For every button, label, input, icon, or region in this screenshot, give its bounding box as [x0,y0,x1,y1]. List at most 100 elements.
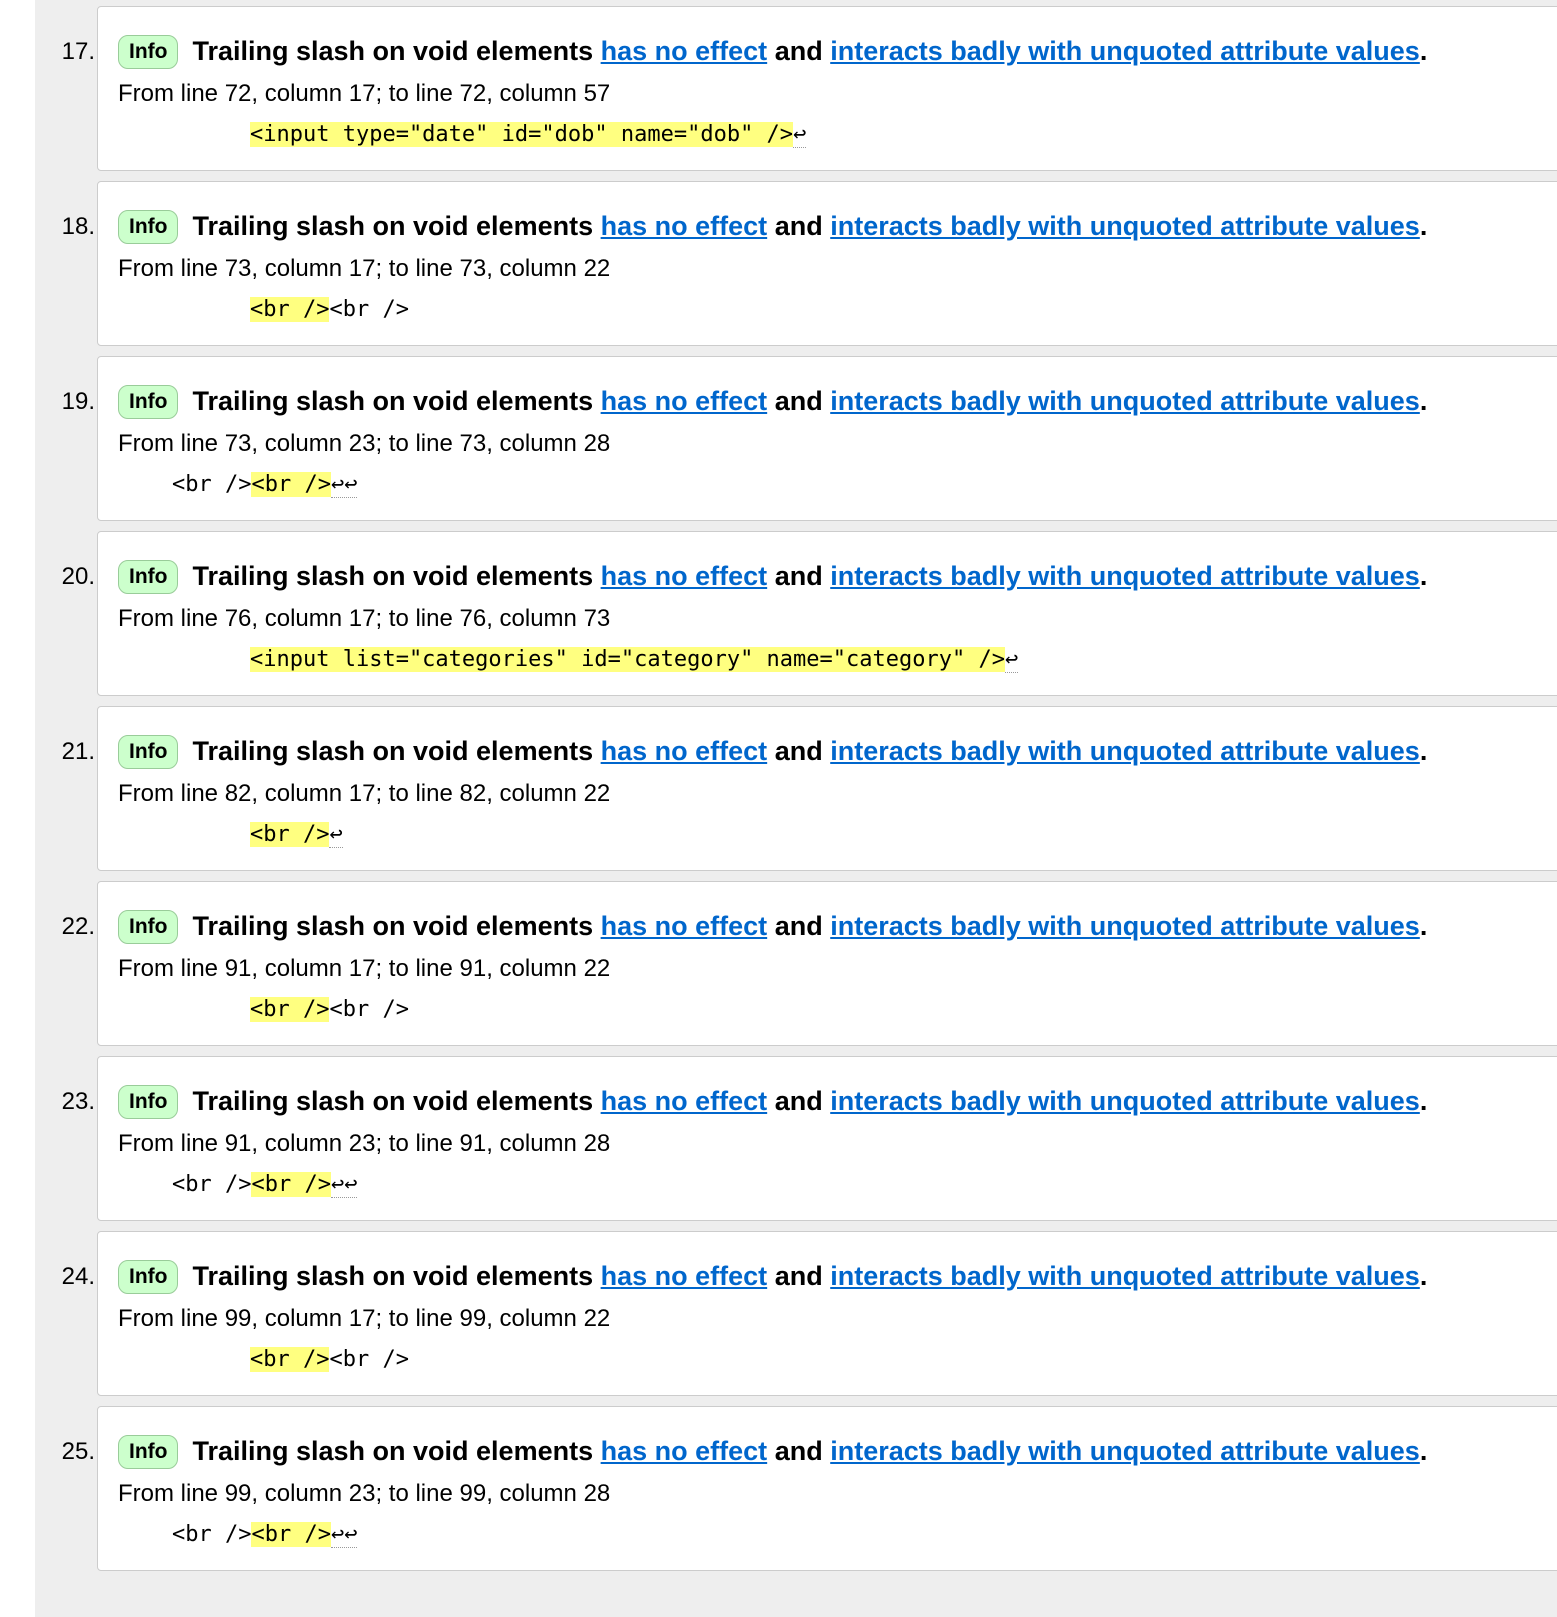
unquoted-attributes-link[interactable]: interacts badly with unquoted attribute … [830,561,1420,591]
extract-context-after: ↩↩ [330,1522,358,1548]
code-extract: <input type="date" id="dob" name="dob" /… [250,119,807,151]
code-extract: <input list="categories" id="category" n… [250,644,1019,676]
has-no-effect-link[interactable]: has no effect [601,1261,768,1291]
message-item: 21. Info Trailing slash on void elements … [35,706,1557,878]
message-suffix: . [1419,211,1428,241]
has-no-effect-link[interactable]: has no effect [601,36,768,66]
extract-highlight: <br /> [250,997,330,1022]
has-no-effect-link[interactable]: has no effect [601,911,768,941]
message-number: 24. [61,1263,95,1290]
message-suffix: . [1419,386,1428,416]
message-card: Info Trailing slash on void elements has … [97,356,1557,521]
extract-highlight: <br /> [250,822,330,847]
unquoted-attributes-link[interactable]: interacts badly with unquoted attribute … [830,36,1420,66]
message-item: 24. Info Trailing slash on void elements … [35,1231,1557,1403]
message-prefix: Trailing slash on void elements [192,36,594,66]
has-no-effect-link[interactable]: has no effect [601,1436,768,1466]
info-badge: Info [118,210,179,244]
message-text: Info Trailing slash on void elements has … [118,208,1427,244]
message-prefix: Trailing slash on void elements [192,386,594,416]
message-conjunction: and [774,561,823,591]
message-suffix: . [1419,561,1428,591]
extract-context-after: ↩ [329,822,343,848]
message-item: 18. Info Trailing slash on void elements … [35,181,1557,353]
message-item: 19. Info Trailing slash on void elements … [35,356,1557,528]
message-location: From line 76, column 17; to line 76, col… [118,605,611,632]
extract-highlight: <input list="categories" id="category" n… [250,647,1005,672]
extract-context-after: ↩ [793,122,807,148]
has-no-effect-link[interactable]: has no effect [601,386,768,416]
message-item: 22. Info Trailing slash on void elements … [35,881,1557,1053]
info-badge: Info [118,385,179,419]
message-item: 23. Info Trailing slash on void elements … [35,1056,1557,1228]
info-badge: Info [118,910,179,944]
unquoted-attributes-link[interactable]: interacts badly with unquoted attribute … [830,736,1420,766]
message-number: 25. [61,1438,95,1465]
message-conjunction: and [774,911,823,941]
unquoted-attributes-link[interactable]: interacts badly with unquoted attribute … [830,911,1420,941]
info-badge: Info [118,35,179,69]
code-extract: <br /><br />↩↩ [172,1169,358,1201]
has-no-effect-link[interactable]: has no effect [601,211,768,241]
message-number: 22. [61,913,95,940]
message-text: Info Trailing slash on void elements has … [118,1083,1427,1119]
message-conjunction: and [774,1436,823,1466]
message-item: 25. Info Trailing slash on void elements … [35,1406,1557,1578]
message-number: 17. [61,38,95,65]
code-extract: <br /><br /> [250,294,409,326]
extract-highlight: <br /> [250,1347,330,1372]
unquoted-attributes-link[interactable]: interacts badly with unquoted attribute … [830,211,1420,241]
extract-context-after: ↩↩ [330,472,358,498]
message-card: Info Trailing slash on void elements has … [97,881,1557,1046]
extract-context-before: <br /> [172,1522,252,1547]
message-prefix: Trailing slash on void elements [192,211,594,241]
info-badge: Info [118,560,179,594]
message-location: From line 91, column 17; to line 91, col… [118,955,611,982]
message-prefix: Trailing slash on void elements [192,1086,594,1116]
message-suffix: . [1419,1261,1428,1291]
message-card: Info Trailing slash on void elements has … [97,6,1557,171]
message-number: 23. [61,1088,95,1115]
code-extract: <br />↩ [250,819,343,851]
message-text: Info Trailing slash on void elements has … [118,908,1427,944]
has-no-effect-link[interactable]: has no effect [601,1086,768,1116]
has-no-effect-link[interactable]: has no effect [601,561,768,591]
has-no-effect-link[interactable]: has no effect [601,736,768,766]
message-conjunction: and [774,386,823,416]
message-card: Info Trailing slash on void elements has … [97,531,1557,696]
message-number: 18. [61,213,95,240]
unquoted-attributes-link[interactable]: interacts badly with unquoted attribute … [830,1436,1420,1466]
code-extract: <br /><br />↩↩ [172,1519,358,1551]
message-text: Info Trailing slash on void elements has … [118,558,1427,594]
message-card: Info Trailing slash on void elements has … [97,1056,1557,1221]
message-card: Info Trailing slash on void elements has … [97,181,1557,346]
unquoted-attributes-link[interactable]: interacts badly with unquoted attribute … [830,1086,1420,1116]
message-conjunction: and [774,736,823,766]
message-location: From line 73, column 17; to line 73, col… [118,255,611,282]
message-item: 17. Info Trailing slash on void elements … [35,6,1557,178]
extract-context-after: <br /> [329,997,409,1022]
message-location: From line 82, column 17; to line 82, col… [118,780,611,807]
message-suffix: . [1419,736,1428,766]
extract-context-before: <br /> [172,472,252,497]
message-number: 20. [61,563,95,590]
message-suffix: . [1419,911,1428,941]
unquoted-attributes-link[interactable]: interacts badly with unquoted attribute … [830,386,1420,416]
message-number: 19. [61,388,95,415]
message-location: From line 73, column 23; to line 73, col… [118,430,611,457]
message-text: Info Trailing slash on void elements has … [118,383,1427,419]
code-extract: <br /><br /> [250,1344,409,1376]
extract-highlight: <br /> [251,472,331,497]
code-extract: <br /><br /> [250,994,409,1026]
message-number: 21. [61,738,95,765]
message-text: Info Trailing slash on void elements has … [118,1258,1427,1294]
message-location: From line 91, column 23; to line 91, col… [118,1130,611,1157]
extract-highlight: <br /> [251,1172,331,1197]
message-prefix: Trailing slash on void elements [192,1436,594,1466]
extract-highlight: <br /> [251,1522,331,1547]
extract-context-after: ↩ [1004,647,1019,673]
unquoted-attributes-link[interactable]: interacts badly with unquoted attribute … [830,1261,1420,1291]
message-suffix: . [1419,1086,1428,1116]
message-suffix: . [1419,1436,1428,1466]
message-location: From line 72, column 17; to line 72, col… [118,80,611,107]
